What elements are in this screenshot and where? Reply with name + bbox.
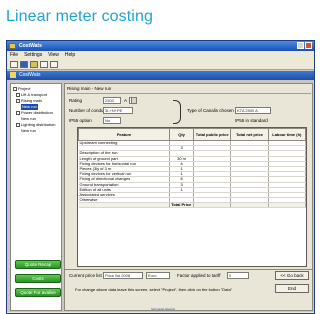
print-icon[interactable] (40, 61, 48, 68)
chevron-down-icon (131, 98, 136, 103)
open-icon[interactable] (30, 61, 38, 68)
hint-text: For change above data leave this screen,… (75, 287, 233, 292)
document-title: CostWats (19, 72, 41, 78)
page-heading: Linear meter costing (6, 8, 153, 25)
divider (67, 93, 311, 94)
ip55-select[interactable]: No (103, 117, 121, 124)
table-cell (193, 202, 232, 209)
footer-panel: Current price list Price list 2008 Euro … (64, 269, 313, 311)
new-icon[interactable] (10, 61, 18, 68)
menu-file[interactable]: File (10, 51, 18, 59)
conductors-select[interactable]: 3L+N+PE (103, 107, 133, 114)
rating-unit: A (124, 98, 128, 103)
save-icon[interactable] (20, 61, 28, 68)
bracket-icon (173, 100, 181, 124)
col-public-price: Total public price (193, 128, 232, 141)
schneider-logo: Schneider Electric (151, 307, 176, 311)
currency-input[interactable]: Euro (146, 272, 170, 279)
document-bar: CostWats (7, 71, 314, 80)
folder-icon (16, 111, 20, 115)
col-feature: Feature (78, 128, 171, 141)
table-cell (78, 202, 171, 209)
table-cell (230, 202, 269, 209)
menu-bar: File Settings View Help (7, 51, 314, 59)
folder-icon (16, 93, 20, 97)
help-icon[interactable] (50, 61, 58, 68)
folder-icon (16, 123, 20, 127)
rating-input[interactable]: 2500 (103, 97, 121, 104)
factor-label: Factor applied to tariff (177, 273, 221, 278)
rating-label: Rating (69, 98, 83, 103)
section-title: Rising main - New run (67, 86, 112, 91)
total-row: Total Price (78, 202, 306, 209)
col-qty: Qty (169, 128, 195, 141)
menu-view[interactable]: View (48, 51, 59, 59)
table-cell (268, 202, 306, 209)
title-bar: CostWats (7, 41, 314, 51)
menu-settings[interactable]: Settings (24, 51, 42, 59)
minimize-button[interactable] (297, 42, 304, 49)
costs-button[interactable]: Costs (15, 274, 61, 283)
app-window: CostWats File Settings View Help CostWat… (6, 40, 315, 314)
close-button[interactable] (305, 42, 312, 49)
toolbar (7, 59, 314, 70)
sidebar: Project Lift & transport Rising main New… (10, 83, 62, 311)
ip55-label: IP55 option (69, 118, 92, 123)
price-list-label: Current price list (69, 273, 102, 278)
go-back-button[interactable]: << Go back (275, 271, 309, 280)
app-icon (9, 43, 16, 49)
factor-input[interactable]: 0 (227, 272, 249, 279)
ip55-standard-label: IP55 in standard (235, 118, 268, 123)
menu-help[interactable]: Help (65, 51, 75, 59)
app-title: CostWats (19, 43, 42, 49)
table-header: Feature Qty Total public price Total net… (78, 128, 306, 141)
cost-table: Feature Qty Total public price Total net… (77, 127, 307, 267)
end-button[interactable]: End (275, 284, 309, 293)
project-tree: Project Lift & transport Rising main New… (13, 86, 55, 134)
price-list-input[interactable]: Price list 2008 (103, 272, 143, 279)
col-net-price: Total net price (230, 128, 269, 141)
col-labour: Labour time (h) (267, 128, 306, 141)
folder-icon (13, 87, 17, 91)
quote-avalise-button[interactable]: Quote For avalise (15, 288, 61, 297)
folder-icon (16, 99, 20, 103)
type-select[interactable]: KTA 2500 A (235, 107, 271, 114)
total-label: Total Price (169, 202, 195, 209)
document-icon (10, 72, 16, 78)
quote-recap-button[interactable]: Quote Recap (15, 260, 61, 269)
type-label: Type of Canalis chosen (187, 108, 234, 113)
tree-item-new-run-3[interactable]: New run (13, 128, 55, 134)
rating-dropdown[interactable] (129, 97, 137, 104)
